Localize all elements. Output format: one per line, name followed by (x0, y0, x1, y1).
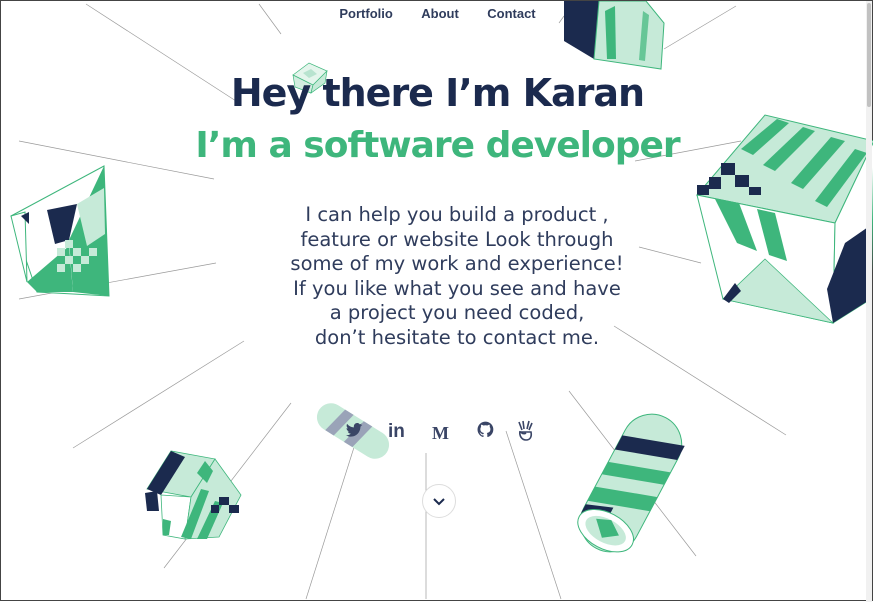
cube-top-right-illustration (564, 1, 665, 70)
chevron-down-icon (433, 498, 445, 506)
intro-line: don’t hesitate to contact me. (314, 325, 600, 349)
cube-bottom-left-illustration (145, 450, 242, 540)
nav-about[interactable]: About (421, 6, 459, 21)
top-nav: Portfolio About Contact (1, 5, 873, 23)
hero-title: Hey there I’m Karan (230, 71, 645, 115)
intro-line: If you like what you see and have (293, 276, 621, 300)
social-links: in M (340, 420, 540, 446)
intro-line: feature or website Look through (300, 227, 614, 251)
angellist-icon[interactable] (516, 420, 538, 442)
intro-line: I can help you build a product , (305, 203, 609, 226)
github-icon[interactable] (476, 420, 498, 442)
cube-right-illustration (696, 114, 873, 324)
scrollbar-thumb[interactable] (867, 3, 871, 107)
pyramid-left-illustration (10, 165, 110, 297)
page-scrollbar[interactable] (866, 1, 872, 602)
cylinder-illustration (577, 413, 685, 553)
nav-contact[interactable]: Contact (487, 6, 535, 21)
scroll-down-button[interactable] (422, 484, 456, 518)
intro-paragraph: I can help you build a product , feature… (257, 203, 657, 350)
nav-portfolio[interactable]: Portfolio (339, 6, 392, 21)
intro-line: a project you need coded, (329, 301, 585, 324)
twitter-icon[interactable] (344, 420, 366, 442)
medium-icon[interactable]: M (432, 423, 454, 445)
linkedin-icon[interactable]: in (388, 421, 410, 443)
intro-line: some of my work and experience! (290, 252, 624, 275)
